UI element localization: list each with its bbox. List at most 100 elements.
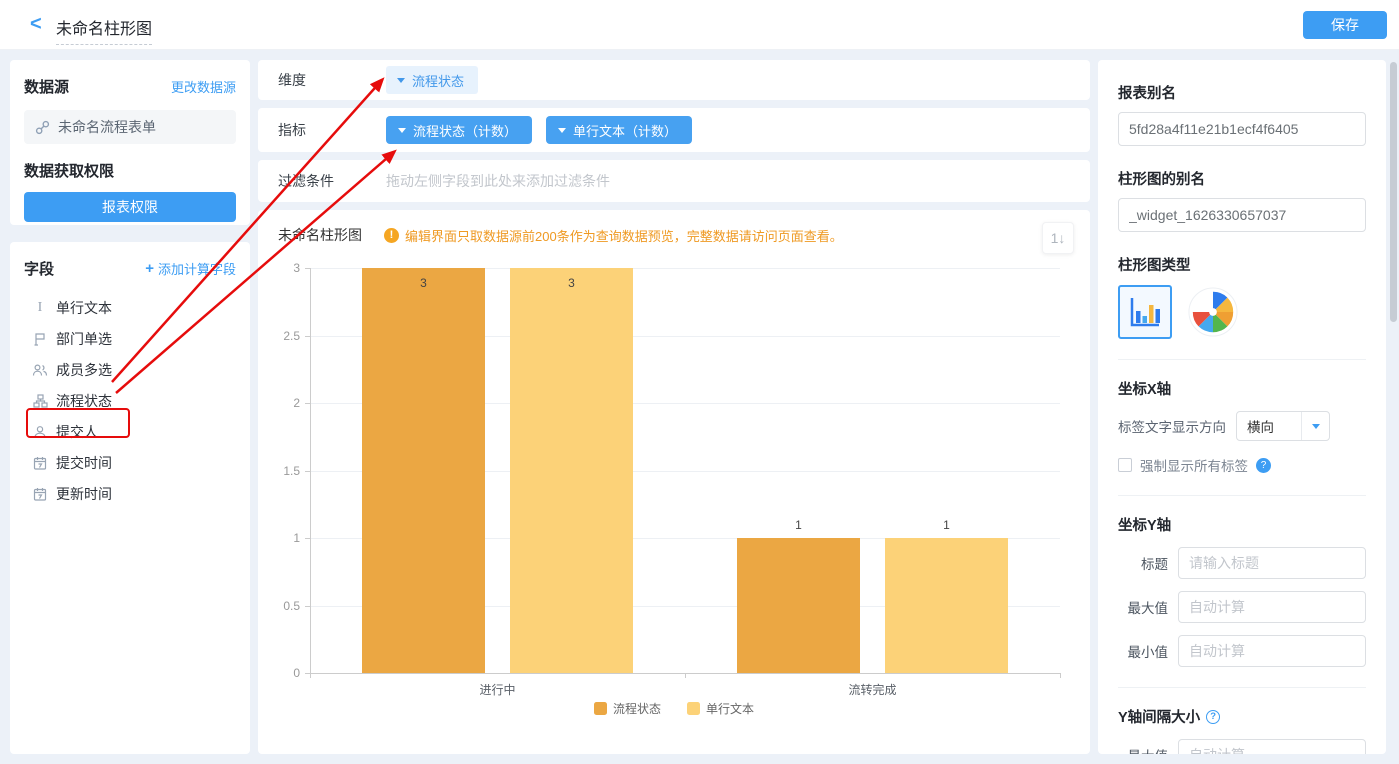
y-interval-heading: Y轴间隔大小 [1118, 706, 1200, 727]
y-axis-tick-label: 2 [266, 396, 300, 410]
dimension-label: 维度 [278, 70, 386, 90]
datasource-heading: 数据源 [24, 76, 69, 97]
interval-max-input[interactable] [1178, 739, 1366, 754]
datasource-item[interactable]: 未命名流程表单 [24, 110, 236, 144]
label-direction-select[interactable]: 横向 [1236, 411, 1330, 441]
bar-chart-type-icon[interactable] [1118, 285, 1172, 339]
y-axis-tick-label: 3 [266, 261, 300, 275]
divider [1118, 495, 1366, 496]
metric-tag-process-status-count[interactable]: 流程状态（计数） [386, 116, 532, 144]
bar-value-label: 1 [737, 518, 860, 532]
metric-tag-text-count[interactable]: 单行文本（计数） [546, 116, 692, 144]
divider [1118, 359, 1366, 360]
dimension-tag[interactable]: 流程状态 [386, 66, 478, 94]
bar-value-label: 1 [885, 518, 1008, 532]
y-axis-heading: 坐标Y轴 [1118, 514, 1366, 535]
report-permission-button[interactable]: 报表权限 [24, 192, 236, 222]
field-item-update-time[interactable]: 更新时间 [24, 478, 236, 509]
field-item-submitter[interactable]: 提交人 [24, 416, 236, 447]
process-status-icon [32, 393, 48, 409]
data-permission-heading: 数据获取权限 [24, 160, 236, 181]
chevron-down-icon [398, 128, 406, 133]
bar-流程状态-流转完成[interactable] [737, 538, 860, 673]
x-axis-category-label: 流转完成 [813, 681, 933, 698]
legend-item-流程状态[interactable]: 流程状态 [594, 700, 661, 717]
report-alias-heading: 报表别名 [1118, 82, 1366, 103]
back-icon[interactable]: < [30, 13, 42, 36]
y-title-label: 标题 [1118, 553, 1168, 573]
datasource-name: 未命名流程表单 [58, 117, 156, 137]
legend-swatch [687, 702, 700, 715]
interval-max-label: 最大值 [1118, 745, 1168, 754]
force-show-labels-label: 强制显示所有标签 [1140, 455, 1248, 475]
y-axis-tick-label: 1.5 [266, 464, 300, 478]
scrollbar[interactable] [1390, 62, 1397, 322]
save-button[interactable]: 保存 [1303, 11, 1387, 39]
x-axis-tick [1060, 673, 1061, 678]
divider [1118, 687, 1366, 688]
chart-legend: 流程状态 单行文本 [258, 700, 1090, 717]
filter-row[interactable]: 过滤条件 拖动左侧字段到此处来添加过滤条件 [258, 160, 1090, 202]
pie-chart-type-icon[interactable] [1186, 285, 1240, 339]
help-icon[interactable]: ? [1256, 458, 1271, 473]
page-title[interactable]: 未命名柱形图 [56, 15, 152, 45]
widget-alias-input[interactable] [1118, 198, 1366, 232]
field-label: 更新时间 [56, 484, 112, 504]
field-item-text[interactable]: I 单行文本 [24, 292, 236, 323]
widget-alias-heading: 柱形图的别名 [1118, 168, 1366, 189]
chevron-down-icon [397, 78, 405, 83]
label-direction-label: 标签文字显示方向 [1118, 416, 1226, 436]
bar-value-label: 3 [362, 276, 485, 290]
dimension-tag-label: 流程状态 [412, 71, 464, 90]
label-direction-value: 横向 [1237, 416, 1301, 436]
legend-label: 单行文本 [706, 700, 754, 717]
bar-chart: 00.511.522.53进行中33流转完成11 [258, 210, 1090, 754]
bar-单行文本-进行中[interactable] [510, 268, 633, 673]
settings-panel: 报表别名 柱形图的别名 柱形图类型 [1098, 60, 1386, 754]
add-calc-field-link[interactable]: + 添加计算字段 [145, 259, 236, 278]
field-item-department[interactable]: 部门单选 [24, 323, 236, 354]
y-axis-tick-label: 1 [266, 531, 300, 545]
y-axis-tick-label: 0 [266, 666, 300, 680]
metric-tag-label: 流程状态（计数） [413, 121, 517, 140]
field-label: 提交时间 [56, 453, 112, 473]
y-axis-tick-label: 2.5 [266, 329, 300, 343]
field-label: 单行文本 [56, 298, 112, 318]
field-label: 提交人 [56, 422, 98, 442]
person-icon [32, 424, 48, 440]
text-icon: I [32, 300, 48, 316]
x-axis-heading: 坐标X轴 [1118, 378, 1366, 399]
x-axis-tick [685, 673, 686, 678]
top-bar: < 未命名柱形图 保存 [0, 0, 1399, 50]
plus-icon: + [145, 260, 154, 277]
field-label: 流程状态 [56, 391, 112, 411]
filter-label: 过滤条件 [278, 171, 386, 191]
metric-row: 指标 流程状态（计数） 单行文本（计数） [258, 108, 1090, 152]
department-icon [32, 331, 48, 347]
field-item-submit-time[interactable]: 提交时间 [24, 447, 236, 478]
chart-type-heading: 柱形图类型 [1118, 254, 1366, 275]
force-show-labels-checkbox[interactable] [1118, 458, 1132, 472]
change-datasource-link[interactable]: 更改数据源 [171, 77, 236, 96]
bar-单行文本-流转完成[interactable] [885, 538, 1008, 673]
filter-placeholder: 拖动左侧字段到此处来添加过滤条件 [386, 171, 610, 191]
calendar-icon [32, 486, 48, 502]
field-label: 成员多选 [56, 360, 112, 380]
legend-label: 流程状态 [613, 700, 661, 717]
chevron-down-icon [558, 128, 566, 133]
field-item-members[interactable]: 成员多选 [24, 354, 236, 385]
bar-流程状态-进行中[interactable] [362, 268, 485, 673]
y-title-input[interactable] [1178, 547, 1366, 579]
y-min-input[interactable] [1178, 635, 1366, 667]
add-calc-field-label: 添加计算字段 [158, 259, 236, 278]
x-axis-category-label: 进行中 [438, 681, 558, 698]
fields-panel: 字段 + 添加计算字段 I 单行文本 部门单选 成员 [10, 242, 250, 754]
help-icon[interactable]: ? [1206, 710, 1220, 724]
legend-item-单行文本[interactable]: 单行文本 [687, 700, 754, 717]
y-max-label: 最大值 [1118, 597, 1168, 617]
field-item-process-status[interactable]: 流程状态 [24, 385, 236, 416]
y-max-input[interactable] [1178, 591, 1366, 623]
datasource-panel: 数据源 更改数据源 未命名流程表单 数据获取权限 报表权限 [10, 60, 250, 225]
y-axis-line [310, 268, 311, 673]
report-alias-input[interactable] [1118, 112, 1366, 146]
